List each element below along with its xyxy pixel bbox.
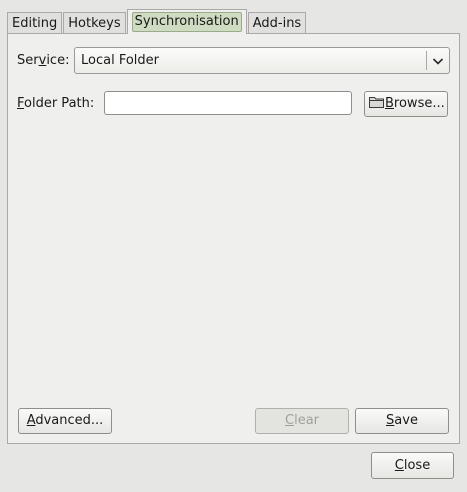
service-dropdown[interactable]: Local Folder [74, 47, 450, 74]
browse-button[interactable]: Browse... [364, 91, 448, 117]
clear-button[interactable]: Clear [255, 408, 349, 434]
service-label-part: Ser [17, 53, 39, 68]
advanced-button[interactable]: Advanced... [18, 408, 112, 434]
tab-add-ins[interactable]: Add-ins [247, 12, 307, 34]
folder-icon [369, 97, 384, 108]
save-button[interactable]: Save [355, 408, 449, 434]
service-selected-value: Local Folder [81, 53, 159, 68]
tab-hotkeys[interactable]: Hotkeys [63, 12, 126, 34]
tab-synchronisation[interactable]: Synchronisation [126, 9, 247, 34]
tab-bar: Editing Hotkeys Synchronisation Add-ins [7, 9, 307, 34]
service-label-part: ice: [46, 53, 70, 68]
service-label: Service: [17, 53, 69, 68]
tab-editing[interactable]: Editing [7, 12, 63, 34]
tab-label: Editing [12, 16, 58, 31]
tab-label: Synchronisation [131, 12, 242, 32]
folder-path-label-part: older Path: [24, 96, 95, 111]
save-label: ave [394, 413, 418, 428]
browse-label: rowse... [393, 96, 445, 111]
advanced-label: dvanced... [35, 413, 104, 428]
browse-mnemonic: B [385, 96, 394, 111]
dropdown-separator [426, 51, 427, 70]
folder-path-label: Folder Path: [17, 96, 94, 111]
synchronisation-panel: Service: Local Folder Folder Path: Brows… [7, 33, 460, 444]
close-mnemonic: C [394, 458, 404, 473]
close-button[interactable]: Close [371, 452, 454, 479]
close-label: lose [403, 458, 431, 473]
tab-label: Hotkeys [68, 16, 121, 31]
tab-label: Add-ins [252, 16, 302, 31]
preferences-window: Editing Hotkeys Synchronisation Add-ins … [0, 0, 467, 492]
chevron-down-icon [432, 58, 444, 65]
folder-path-label-mnemonic: F [17, 96, 25, 111]
folder-path-input[interactable] [104, 91, 352, 115]
clear-mnemonic: C [285, 413, 295, 428]
clear-label: lear [294, 413, 319, 428]
